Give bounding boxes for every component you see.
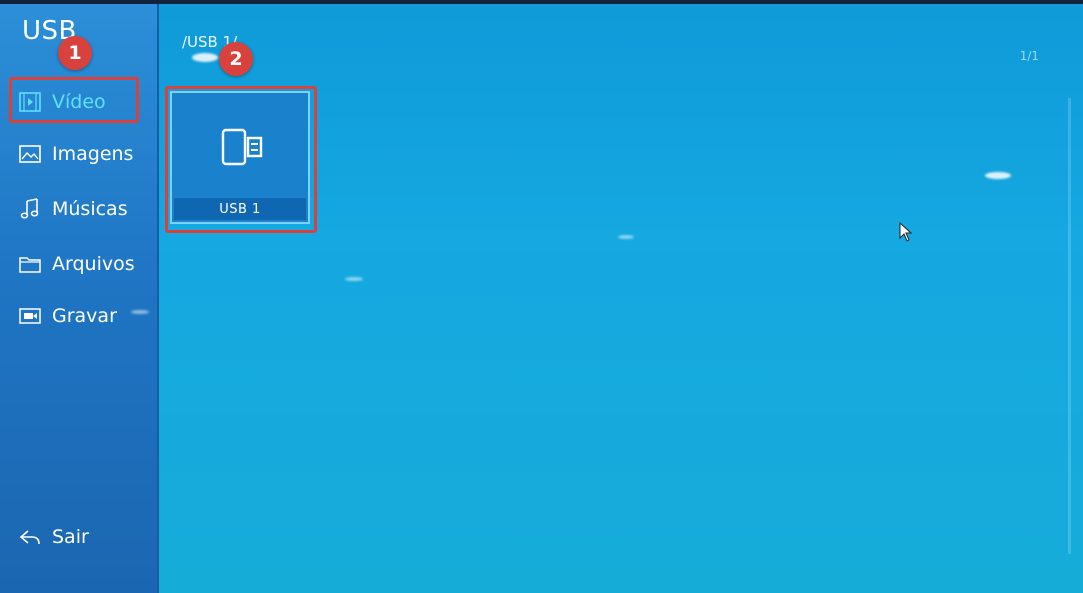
screen-glare xyxy=(131,310,149,314)
record-icon xyxy=(18,304,42,328)
screen-glare xyxy=(618,235,634,239)
sidebar-item-label: Gravar xyxy=(52,305,117,327)
music-note-icon xyxy=(18,197,42,221)
sidebar-item-music[interactable]: Músicas xyxy=(18,194,128,224)
screen-glare xyxy=(192,53,218,62)
exit-label: Sair xyxy=(52,526,89,548)
annotation-highlight-1 xyxy=(9,77,139,123)
sidebar-item-files[interactable]: Arquivos xyxy=(18,249,135,279)
annotation-badge-2: 2 xyxy=(219,42,253,76)
annotation-highlight-2 xyxy=(165,86,317,233)
tv-media-screen: USB Vídeo Imagens Músicas Arquivos Grava… xyxy=(0,0,1083,593)
screen-glare xyxy=(985,172,1011,179)
scrollbar[interactable] xyxy=(1068,98,1071,554)
page-indicator: 1/1 xyxy=(1019,49,1039,63)
sidebar-item-images[interactable]: Imagens xyxy=(18,139,133,169)
sidebar-item-label: Músicas xyxy=(52,198,128,220)
sidebar-item-label: Arquivos xyxy=(52,253,135,275)
sidebar-item-record[interactable]: Gravar xyxy=(18,301,117,331)
sidebar-item-label: Imagens xyxy=(52,143,134,165)
exit-button[interactable]: Sair xyxy=(18,522,89,552)
annotation-badge-1: 1 xyxy=(58,36,92,70)
screen-glare xyxy=(345,277,363,281)
back-arrow-icon xyxy=(18,525,42,549)
mouse-cursor-icon xyxy=(899,222,913,242)
folder-icon xyxy=(18,252,42,276)
image-icon xyxy=(18,142,42,166)
